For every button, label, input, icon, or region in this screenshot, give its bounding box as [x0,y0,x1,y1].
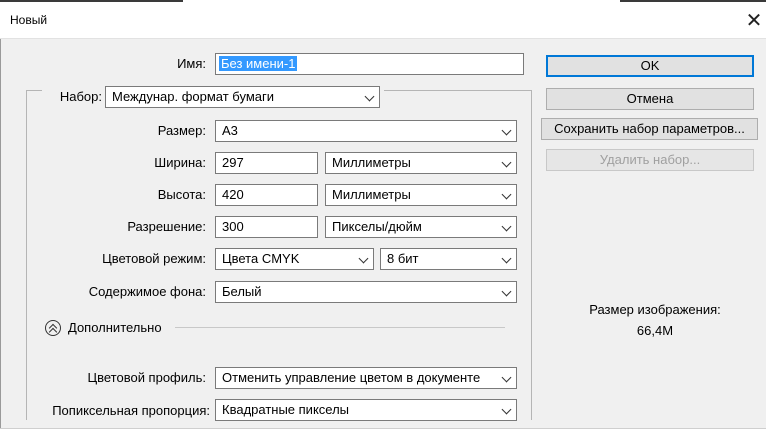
name-label: Имя: [177,56,206,71]
close-icon[interactable]: ✕ [742,8,766,32]
chevron-down-icon [501,157,512,168]
width-label: Ширина: [154,155,206,170]
color-mode-label: Цветовой режим: [102,251,206,266]
chevron-down-icon [501,286,512,297]
color-profile-value: Отменить управление цветом в документе [222,370,481,385]
name-input[interactable]: Без имени-1 [215,53,524,75]
chevron-down-icon [501,189,512,200]
color-mode-select[interactable]: Цвета CMYK [215,248,374,270]
chevron-down-icon [364,91,375,102]
preset-group-border-right [531,90,532,420]
dialog-border [0,39,1,429]
chevron-down-icon [358,253,369,264]
width-unit-value: Миллиметры [332,155,411,170]
name-input-value: Без имени-1 [219,56,298,71]
top-edge-line-right [620,0,766,2]
resolution-unit-value: Пикселы/дюйм [332,219,422,234]
preset-select-value: Междунар. формат бумаги [112,89,274,104]
chevron-down-icon [501,221,512,232]
resolution-unit-select[interactable]: Пикселы/дюйм [325,216,517,238]
width-unit-select[interactable]: Миллиметры [325,152,517,174]
bit-depth-select[interactable]: 8 бит [380,248,517,270]
chevron-down-icon [501,125,512,136]
advanced-separator [175,327,505,328]
color-mode-value: Цвета CMYK [222,251,300,266]
background-value: Белый [222,284,262,299]
pixel-aspect-value: Квадратные пикселы [222,402,350,417]
title-bar [0,0,766,39]
preset-label: Набор: [59,89,102,104]
background-select[interactable]: Белый [215,281,517,303]
height-label: Высота: [157,187,206,202]
chevron-down-icon [501,404,512,415]
height-input[interactable]: 420 [215,184,318,206]
size-select[interactable]: A3 [215,120,517,142]
top-edge-line [0,0,183,2]
resolution-input[interactable]: 300 [215,216,318,238]
width-input[interactable]: 297 [215,152,318,174]
preset-group-border-left [26,90,27,420]
preset-group-border-top-right [384,90,532,91]
background-label: Содержимое фона: [88,284,206,299]
preset-group-border-top [26,90,42,91]
collapse-advanced-icon[interactable] [45,320,61,337]
color-profile-select[interactable]: Отменить управление цветом в документе [215,367,517,389]
bit-depth-value: 8 бит [387,251,419,266]
save-preset-button[interactable]: Сохранить набор параметров... [541,118,758,140]
chevron-down-icon [501,372,512,383]
advanced-label[interactable]: Дополнительно [68,320,162,335]
height-unit-select[interactable]: Миллиметры [325,184,517,206]
pixel-aspect-label: Попиксельная пропорция: [52,403,210,418]
ok-button[interactable]: OK [546,55,754,77]
color-profile-label: Цветовой профиль: [87,370,206,385]
preset-select[interactable]: Междунар. формат бумаги [105,86,380,108]
cancel-button[interactable]: Отмена [546,88,754,110]
resolution-label: Разрешение: [127,219,206,234]
size-label: Размер: [157,123,206,138]
height-unit-value: Миллиметры [332,187,411,202]
image-size-label: Размер изображения: [589,302,721,317]
window-title: Новый [10,13,48,27]
chevron-down-icon [501,253,512,264]
image-size-value: 66,4M [636,323,674,338]
delete-preset-button[interactable]: Удалить набор... [546,149,754,171]
size-select-value: A3 [222,123,238,138]
pixel-aspect-select[interactable]: Квадратные пикселы [215,399,517,421]
